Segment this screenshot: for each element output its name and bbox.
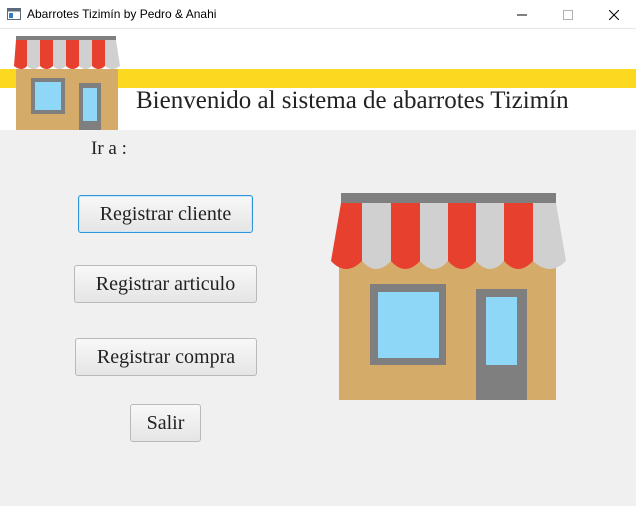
minimize-button[interactable] <box>499 0 545 29</box>
register-client-button[interactable]: Registrar cliente <box>78 195 253 233</box>
storefront-icon <box>14 36 120 130</box>
close-button[interactable] <box>591 0 636 29</box>
window-title: Abarrotes Tizimín by Pedro & Anahi <box>27 7 217 21</box>
register-purchase-button[interactable]: Registrar compra <box>75 338 257 376</box>
register-article-button[interactable]: Registrar articulo <box>74 265 257 303</box>
storefront-icon <box>331 193 566 400</box>
maximize-icon <box>563 9 573 20</box>
welcome-heading: Bienvenido al sistema de abarrotes Tizim… <box>136 87 569 114</box>
close-icon <box>609 9 619 20</box>
exit-button[interactable]: Salir <box>130 404 201 442</box>
app-window-icon <box>7 8 21 20</box>
header-banner: Bienvenido al sistema de abarrotes Tizim… <box>0 29 636 130</box>
go-to-label: Ir a : <box>91 138 127 159</box>
maximize-button[interactable] <box>545 0 591 29</box>
title-bar: Abarrotes Tizimín by Pedro & Anahi <box>0 0 636 29</box>
minimize-icon <box>517 14 527 15</box>
